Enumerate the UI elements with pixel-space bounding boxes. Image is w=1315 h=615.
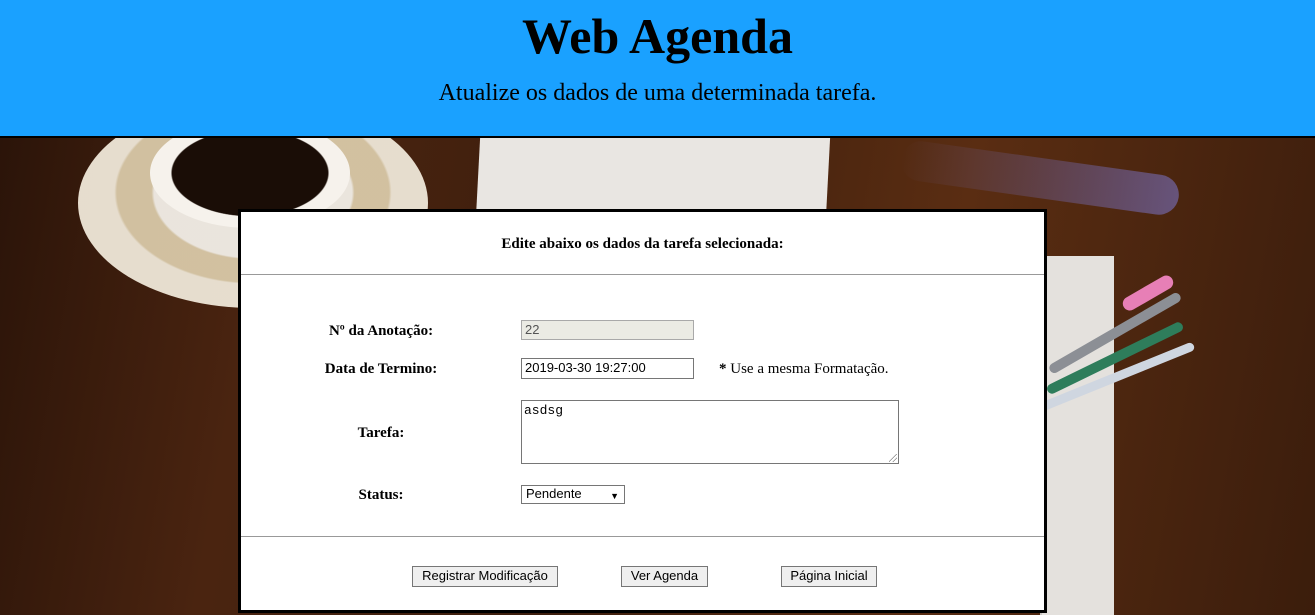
status-select[interactable]: Pendente ▼ — [521, 485, 625, 504]
end-date-input[interactable]: 2019-03-30 19:27:00 — [521, 358, 694, 379]
chevron-down-icon: ▼ — [610, 491, 619, 501]
view-agenda-button[interactable]: Ver Agenda — [621, 566, 708, 587]
status-label: Status: — [358, 487, 404, 503]
home-page-button[interactable]: Página Inicial — [781, 566, 877, 587]
format-hint: * Use a mesma Formatação. — [719, 361, 889, 378]
page-header: Web Agenda Atualize os dados de uma dete… — [0, 0, 1315, 138]
note-number-field: 22 — [521, 320, 694, 340]
page-subtitle: Atualize os dados de uma determinada tar… — [438, 80, 877, 106]
lavender-image — [898, 138, 1182, 218]
task-label: Tarefa: — [357, 425, 405, 441]
task-textarea[interactable]: asdsg — [521, 400, 899, 464]
notebook-image — [475, 138, 831, 218]
note-number-label: Nº da Anotação: — [328, 323, 434, 339]
divider — [241, 274, 1044, 275]
form-heading: Edite abaixo os dados da tarefa selecion… — [501, 236, 784, 252]
end-date-label: Data de Termino: — [324, 361, 438, 377]
notebook-page-image — [1040, 256, 1114, 615]
save-changes-button[interactable]: Registrar Modificação — [412, 566, 558, 587]
task-textarea-value: asdsg — [524, 403, 564, 418]
format-hint-star: * — [719, 361, 727, 377]
divider — [241, 536, 1044, 537]
page-title: Web Agenda — [522, 8, 793, 64]
resize-handle-icon[interactable] — [889, 454, 897, 462]
format-hint-text: Use a mesma Formatação. — [730, 361, 889, 377]
status-select-value: Pendente — [526, 486, 582, 501]
edit-task-form: Edite abaixo os dados da tarefa selecion… — [238, 209, 1047, 613]
